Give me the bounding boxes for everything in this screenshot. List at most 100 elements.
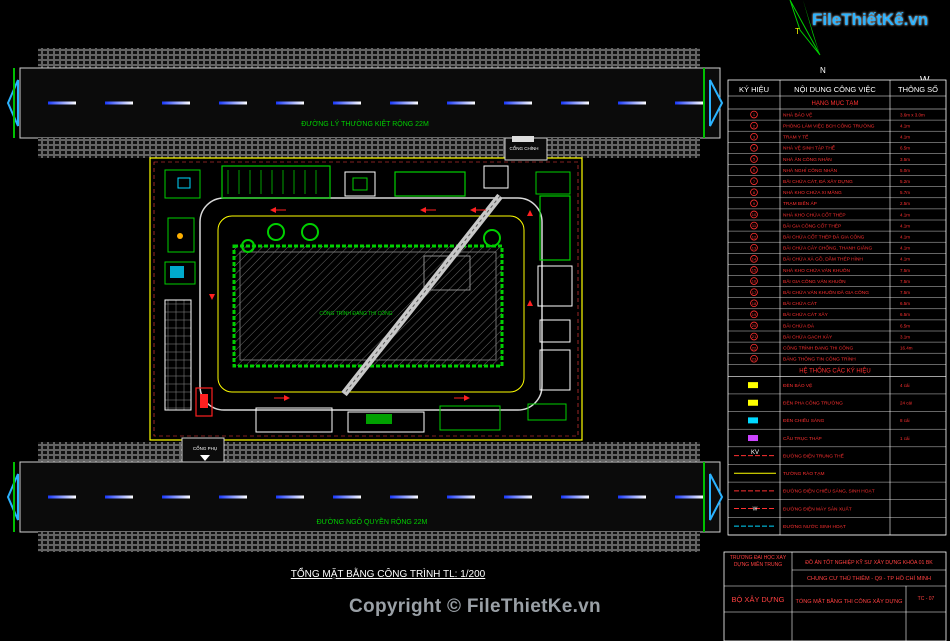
lane-dash xyxy=(675,495,703,499)
lane-dash xyxy=(618,101,646,105)
symbol-spec: 1 cái xyxy=(900,436,910,441)
symbol-label: ĐÈN PHA CÔNG TRƯỜNG xyxy=(783,400,843,407)
lane-dash xyxy=(390,495,418,499)
legend-item-label: BÃI GIA CÔNG CỐT THÉP xyxy=(783,222,841,229)
legend-item-label: BÃI CHỨA VÁN KHUÔN ĐÃ GIA CÔNG xyxy=(783,289,869,296)
formwork-storage xyxy=(535,171,571,195)
brick-yard xyxy=(539,349,571,391)
copyright-watermark: Copyright © FileThietKe.vn xyxy=(349,596,601,617)
lane-dash xyxy=(105,495,133,499)
lane-dash xyxy=(105,101,133,105)
title-building: CHUNG CƯ THỦ THIÊM - Q9 - TP HỒ CHÍ MINH xyxy=(807,574,931,582)
legend-item-number: 13 xyxy=(752,245,757,250)
construction-site: CỔNG CHÍNH CỔNG PHỤ CÔNG TRÌNH ĐANG THI … xyxy=(149,136,583,463)
main-gate-label: CỔNG CHÍNH xyxy=(510,145,539,151)
lane-dash xyxy=(219,495,247,499)
site-plan-drawing: ĐƯỜNG LÝ THƯỜNG KIỆT RỘNG 22M ĐƯỜNG NGÔ … xyxy=(6,0,947,641)
legend-item-label: BÃI CHỨA XÀ GỒ, DẦM THÉP HÌNH xyxy=(783,256,863,263)
legend-item-spec: 6.5m xyxy=(900,146,910,151)
legend-item-number: 16 xyxy=(752,279,757,284)
plan-title: TỔNG MẶT BẰNG CÔNG TRÌNH TL: 1/200 xyxy=(291,567,486,580)
legend-item-spec: 3.5m xyxy=(900,157,910,162)
sidewalk-top-outer xyxy=(38,48,700,68)
right-structures xyxy=(527,171,573,421)
legend-item-spec: 6.5m xyxy=(900,323,910,328)
legend-item-spec: 6.5m xyxy=(900,312,910,317)
legend-table: KÝ HIỆU NỘI DUNG CÔNG VIỆC THÔNG SỐ HẠNG… xyxy=(727,79,947,536)
road-bottom: ĐƯỜNG NGÔ QUYỀN RỘNG 22M xyxy=(6,442,724,552)
legend-item-spec: 4.1m xyxy=(900,223,910,228)
lane-dash xyxy=(219,101,247,105)
legend-item-label: TRẠM Y TẾ xyxy=(783,134,808,141)
lane-dash xyxy=(504,495,532,499)
symbol-spec: 4 cái xyxy=(900,383,910,388)
symbol-spec: 8 cái xyxy=(900,418,910,423)
lane-dash xyxy=(276,101,304,105)
legend-item-label: BÃI CHỨA CÁT xyxy=(783,300,817,307)
formwork-yard xyxy=(539,195,571,261)
sidewalk-top-inner xyxy=(38,138,700,158)
arrow-icon xyxy=(420,207,426,213)
legend-item-spec: 4.1m xyxy=(900,135,910,140)
road-top: ĐƯỜNG LÝ THƯỜNG KIỆT RỘNG 22M xyxy=(6,48,724,158)
legend-item-label: NHÀ KHO CHỨA XI MĂNG xyxy=(783,189,842,196)
sidewalk-bottom-inner xyxy=(38,442,700,462)
arrow-icon xyxy=(527,210,533,216)
lane-dash xyxy=(504,101,532,105)
legend-item-label: BÃI GIA CÔNG VÁN KHUÔN xyxy=(783,278,846,285)
legend-item-number: 21 xyxy=(752,334,757,339)
stone-yard xyxy=(539,319,571,343)
lane-dash xyxy=(675,101,703,105)
top-structures xyxy=(221,165,509,199)
lane-dash xyxy=(618,495,646,499)
building-label: CÔNG TRÌNH ĐANG THI CÔNG xyxy=(319,310,392,317)
legend-item-spec: 3.6m x 3.0m xyxy=(900,112,925,117)
legend-section-temp: HẠNG MỤC TẠM xyxy=(812,101,859,107)
legend-item-spec: 4.1m xyxy=(900,123,910,128)
symbol-label: TƯỜNG RÀO TẠM xyxy=(783,470,824,477)
legend-item-spec: 7.5m xyxy=(900,279,910,284)
legend-item-label: BÃI CHỨA CÁT, ĐÁ XÂY DỰNG xyxy=(783,178,853,185)
legend-item-spec: 5.0m xyxy=(900,168,910,173)
legend-item-spec: 4.1m xyxy=(900,234,910,239)
symbol-label: ĐƯỜNG NƯỚC SINH HOẠT xyxy=(783,523,846,530)
kv-label: KV xyxy=(751,450,759,456)
symbol-icon xyxy=(748,382,758,389)
lane-dash xyxy=(162,101,190,105)
lane-dash xyxy=(48,101,76,105)
w-label: W xyxy=(753,507,758,513)
info-board-area xyxy=(527,403,567,421)
lane-dash xyxy=(390,101,418,105)
arrow-icon xyxy=(209,294,215,300)
guard-house xyxy=(164,169,201,199)
legend-item-number: 23 xyxy=(752,356,757,361)
legend-item-label: NHÀ KHO CHỨA VÁN KHUÔN xyxy=(783,267,851,274)
legend-item-number: 22 xyxy=(752,345,757,350)
legend-item-label: BÃI CHỨA CỐT THÉP ĐÃ GIA CÔNG xyxy=(783,233,865,240)
legend-header-spec: THÔNG SỐ xyxy=(898,84,938,94)
road-top-label: ĐƯỜNG LÝ THƯỜNG KIỆT RỘNG 22M xyxy=(301,119,429,128)
legend-item-spec: 2.5m xyxy=(900,201,910,206)
sidewalk-bottom-outer xyxy=(38,532,700,552)
sand-yard xyxy=(537,265,573,307)
arrow-icon xyxy=(527,300,533,306)
legend-item-number: 14 xyxy=(752,256,757,261)
legend-item-number: 10 xyxy=(752,212,757,217)
legend-header-symbol: KÝ HIỆU xyxy=(739,85,769,94)
side-gate-label: CỔNG PHỤ xyxy=(193,445,217,451)
compass-north-label: N xyxy=(820,66,826,75)
lane-dash xyxy=(333,101,361,105)
legend-item-label: NHÀ NGHỈ CÔNG NHÂN xyxy=(783,167,838,174)
symbol-spec: 24 cái xyxy=(900,401,912,406)
lane-dash xyxy=(162,495,190,499)
lane-dash xyxy=(447,495,475,499)
lane-dash xyxy=(333,495,361,499)
legend-item-label: CÔNG TRÌNH ĐANG THI CÔNG xyxy=(783,344,853,351)
building-footprint xyxy=(232,244,504,368)
symbol-label: CẦU TRỤC THÁP xyxy=(783,435,822,442)
legend-header-content: NỘI DUNG CÔNG VIỆC xyxy=(794,85,876,94)
legend-item-number: 15 xyxy=(752,268,757,273)
lane-dash xyxy=(561,495,589,499)
compass-east-label: T xyxy=(795,27,800,36)
legend-section-symbols: HỆ THỐNG CÁC KÝ HIỆU xyxy=(799,366,871,374)
